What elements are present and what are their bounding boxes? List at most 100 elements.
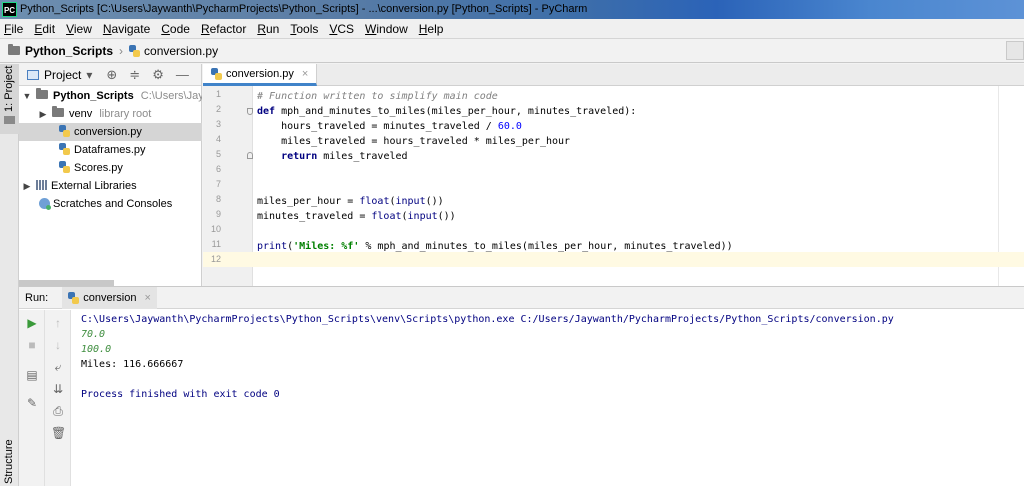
python-file-icon — [59, 161, 70, 173]
line-number: 11 — [211, 239, 221, 249]
line-number: 2 — [215, 104, 221, 114]
menu-tools[interactable]: Tools — [290, 22, 318, 36]
scratches-icon — [39, 198, 51, 210]
left-tool-stripe: 1: Project Structure — [0, 64, 19, 486]
chevron-down-icon[interactable]: ▾ — [86, 68, 92, 82]
tree-item-label: External Libraries — [51, 180, 137, 192]
line-number: 4 — [215, 134, 221, 144]
editor-tab-bar: conversion.py × — [203, 64, 1024, 86]
code-editor[interactable]: # Function written to simplify main code… — [253, 86, 1024, 286]
run-toolbar-primary: ▶ ■ ▤ ✎ — [19, 310, 45, 486]
breadcrumb-project[interactable]: Python_Scripts — [25, 44, 113, 58]
pycharm-logo-icon: PC — [2, 2, 17, 17]
folder-icon — [4, 116, 15, 124]
trash-icon[interactable]: 🗑 — [51, 426, 66, 440]
console-output[interactable]: C:\Users\Jaywanth\PycharmProjects\Python… — [81, 312, 1021, 482]
minimize-icon[interactable]: — — [176, 67, 189, 82]
project-panel-title[interactable]: Project — [44, 68, 81, 82]
tree-item-label: Dataframes.py — [74, 144, 146, 156]
down-arrow-icon[interactable]: ↓ — [51, 338, 65, 352]
menu-run[interactable]: Run — [257, 22, 279, 36]
close-icon[interactable]: × — [302, 68, 308, 80]
play-icon[interactable]: ▶ — [25, 316, 39, 330]
pin-icon[interactable]: ✎ — [25, 396, 39, 410]
crosshair-icon[interactable]: ⊕ — [106, 67, 117, 83]
tree-item-venv[interactable]: ▶ venv library root — [19, 105, 202, 123]
soft-wrap-icon[interactable]: ⤶ — [51, 360, 65, 374]
python-file-icon — [211, 67, 222, 80]
tab-conversion-py[interactable]: conversion.py × — [203, 64, 318, 86]
line-number: 9 — [215, 209, 221, 219]
menu-edit[interactable]: Edit — [34, 22, 55, 36]
code-line: print('Miles: %f' % mph_and_minutes_to_m… — [257, 241, 733, 252]
project-tool-tab[interactable]: 1: Project — [0, 64, 19, 134]
line-number: 1 — [215, 89, 221, 99]
chevron-right-icon[interactable]: ▶ — [21, 177, 33, 195]
menu-file[interactable]: File — [4, 22, 23, 36]
tree-item-conversion-py[interactable]: conversion.py — [19, 123, 202, 141]
breadcrumb-file[interactable]: conversion.py — [144, 44, 218, 58]
library-icon — [36, 180, 48, 190]
line-number: 7 — [215, 179, 221, 189]
menu-refactor[interactable]: Refactor — [201, 22, 246, 36]
close-icon[interactable]: × — [144, 292, 150, 304]
menu-navigate[interactable]: Navigate — [103, 22, 150, 36]
tree-item-external-libraries[interactable]: ▶ External Libraries — [19, 177, 202, 195]
line-number: 3 — [215, 119, 221, 129]
project-panel: Project ▾ ⊕ ≑ ⚙ — ▼ Python_Scripts C:\Use… — [19, 64, 202, 286]
library-root-hint: library root — [99, 108, 152, 120]
line-number: 12 — [210, 254, 221, 264]
code-line: hours_traveled = minutes_traveled / 60.0 — [257, 121, 522, 132]
breadcrumb-separator: › — [119, 43, 124, 58]
console-input-line: 70.0 — [81, 329, 106, 340]
menu-help[interactable]: Help — [419, 22, 444, 36]
collapse-icon[interactable]: ≑ — [129, 67, 140, 83]
project-view-icon — [27, 69, 39, 80]
console-command-line: C:\Users\Jaywanth\PycharmProjects\Python… — [81, 314, 894, 325]
line-number: 6 — [215, 164, 221, 174]
up-arrow-icon[interactable]: ↑ — [51, 316, 65, 330]
menu-code[interactable]: Code — [161, 22, 190, 36]
code-line: minutes_traveled = float(input()) — [257, 211, 456, 222]
run-toolbar-secondary: ↑ ↓ ⤶ ⇊ ⎙ 🗑 — [45, 310, 71, 486]
code-line: # Function written to simplify main code — [257, 91, 498, 102]
menu-vcs[interactable]: VCS — [329, 22, 354, 36]
folder-icon — [8, 44, 20, 55]
print-icon[interactable]: ⎙ — [51, 404, 65, 418]
project-tool-tab-label: 1: Project — [3, 65, 15, 112]
chevron-right-icon[interactable]: ▶ — [37, 105, 49, 123]
tree-item-scratches[interactable]: Scratches and Consoles — [19, 195, 202, 213]
run-configuration-button[interactable] — [1006, 41, 1024, 60]
tree-item-label: conversion.py — [74, 126, 142, 138]
stop-icon[interactable]: ■ — [25, 338, 39, 352]
menu-view[interactable]: View — [66, 22, 92, 36]
python-file-icon — [59, 125, 70, 137]
code-line: return miles_traveled — [281, 151, 408, 162]
window-title: Python_Scripts [C:\Users\Jaywanth\Pychar… — [20, 3, 588, 15]
code-line: miles_per_hour = float(input()) — [257, 196, 444, 207]
tree-item-label: venv — [69, 108, 93, 120]
menu-bar: File Edit View Navigate Code Refactor Ru… — [0, 19, 1024, 39]
python-file-icon — [68, 291, 80, 304]
tree-item-path: C:\Users\Jaywa — [140, 90, 202, 102]
tab-run-conversion[interactable]: conversion × — [62, 286, 157, 309]
python-file-icon — [59, 143, 70, 155]
gear-icon[interactable]: ⚙ — [152, 67, 164, 83]
console-output-line: Miles: 116.666667 — [81, 359, 184, 370]
tree-item-label: Python_Scripts — [53, 90, 134, 102]
menu-window[interactable]: Window — [365, 22, 408, 36]
code-line: def mph_and_minutes_to_miles(miles_per_h… — [257, 106, 637, 117]
run-panel-title: Run: — [25, 291, 49, 304]
run-tab-label: conversion — [83, 291, 137, 304]
tree-item-python-scripts[interactable]: ▼ Python_Scripts C:\Users\Jaywa — [19, 87, 202, 105]
tree-item-dataframes-py[interactable]: Dataframes.py — [19, 141, 202, 159]
tab-label: conversion.py — [226, 67, 294, 80]
folder-icon — [52, 106, 64, 117]
tree-item-scores-py[interactable]: Scores.py — [19, 159, 202, 177]
code-line: miles_traveled = hours_traveled * miles_… — [257, 136, 571, 147]
structure-tool-tab[interactable]: Structure — [3, 439, 15, 484]
layout-icon[interactable]: ▤ — [25, 368, 39, 382]
editor-gutter: 1 2 3 4 5 6 7 8 9 10 11 12 — [203, 86, 253, 286]
scroll-to-end-icon[interactable]: ⇊ — [51, 382, 65, 396]
chevron-down-icon[interactable]: ▼ — [21, 87, 33, 105]
